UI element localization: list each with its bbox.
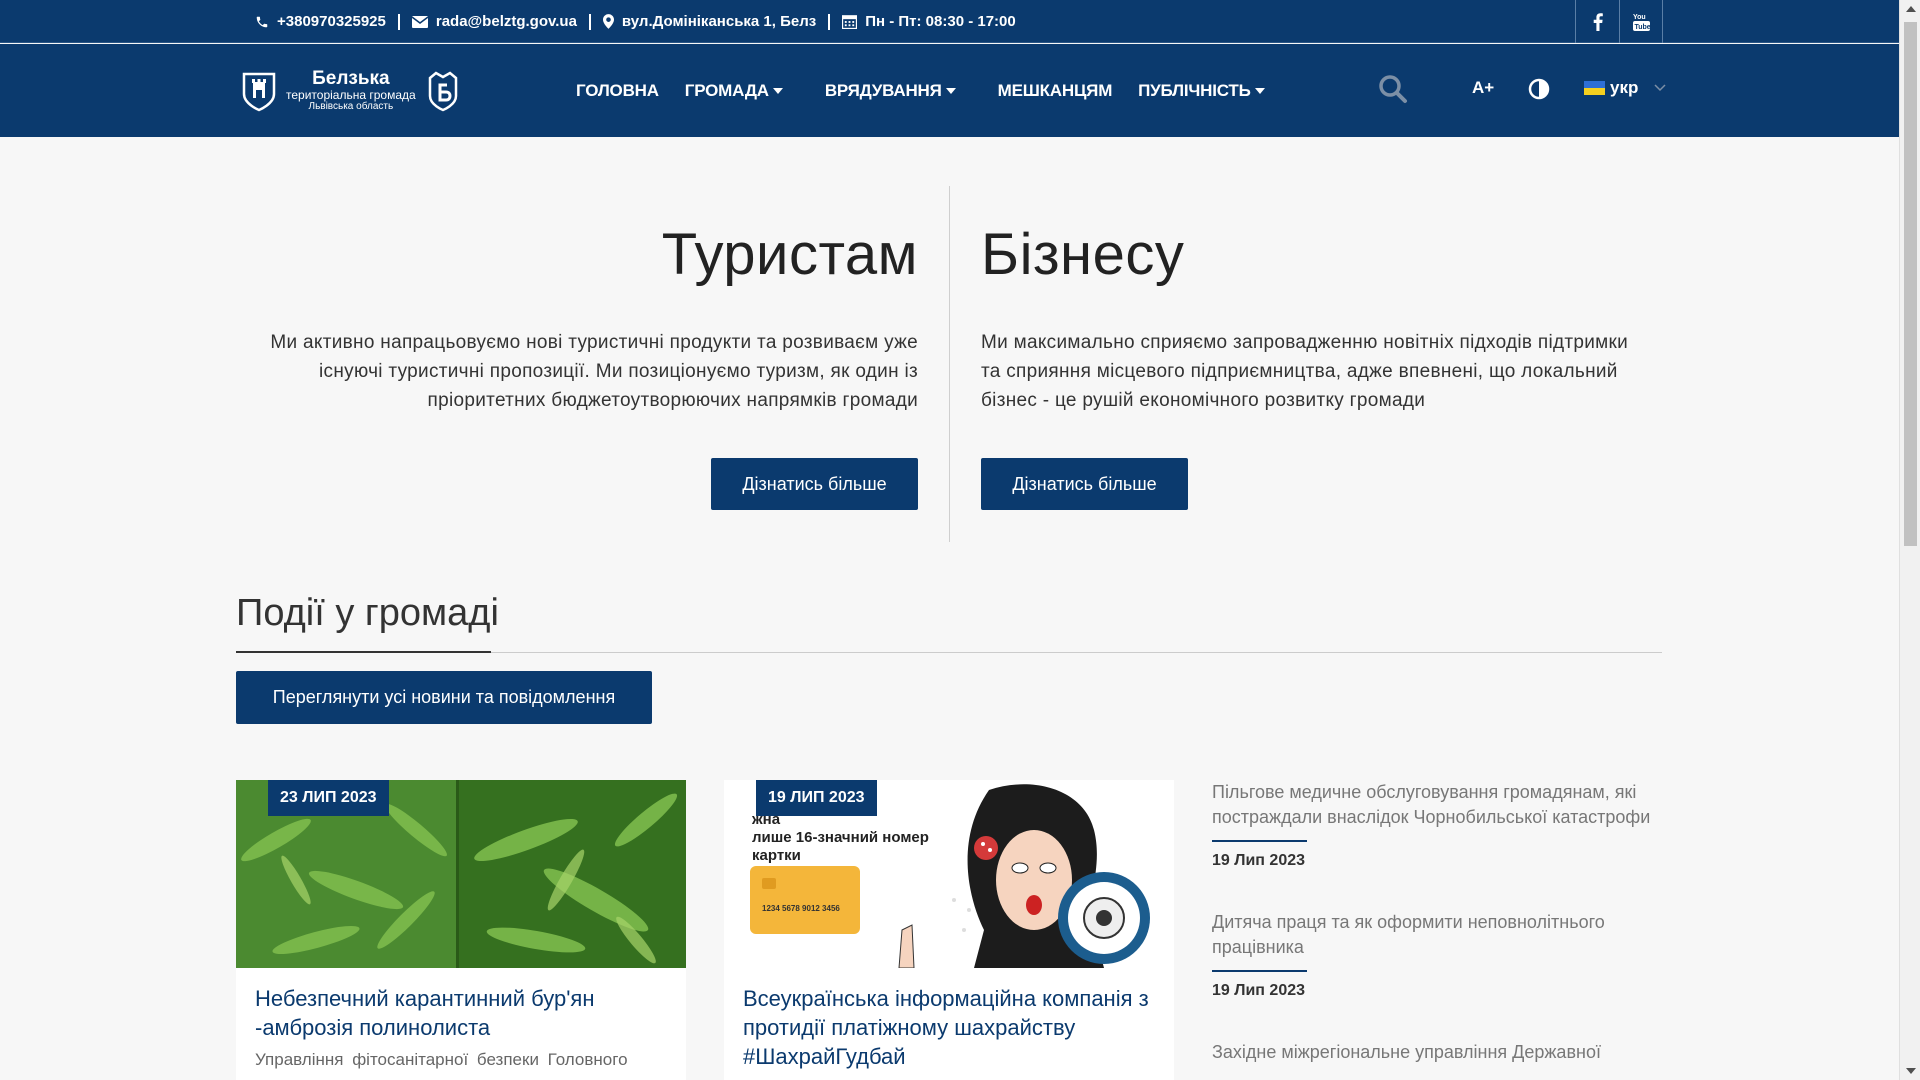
scrollbar-thumb[interactable] bbox=[1904, 22, 1917, 546]
section-underline bbox=[236, 651, 491, 653]
divider bbox=[588, 13, 591, 30]
side-news-title[interactable]: Західне міжрегіональне управління Держав… bbox=[1212, 1040, 1652, 1065]
caret-down-icon bbox=[1254, 87, 1265, 94]
nav-item-residents[interactable]: МЕШКАНЦЯМ bbox=[998, 81, 1113, 101]
logo-text: Белзька територіальна громада Львівська … bbox=[286, 69, 416, 112]
main-nav: ГОЛОВНА ГРОМАДА ВРЯДУВАННЯ МЕШКАНЦЯМ ПУБ… bbox=[576, 44, 1291, 137]
business-section: Бізнесу Ми максимально сприяємо запровад… bbox=[981, 220, 1629, 510]
top-bar: +380970325925 rada@belztg.gov.ua вул.Дом… bbox=[0, 0, 1899, 43]
language-label: укр bbox=[1610, 78, 1639, 97]
font-size-button[interactable]: A+ bbox=[1472, 78, 1494, 98]
date-badge: 23 ЛИП 2023 bbox=[268, 780, 389, 816]
card-number-text: 1234 5678 9012 3456 bbox=[762, 904, 840, 913]
hours-text: Пн - Пт: 08:30 - 17:00 bbox=[865, 13, 1016, 30]
ukraine-flag-icon bbox=[1584, 81, 1605, 95]
news-card-title[interactable]: Небезпечний карантинний бур'ян -амброзія… bbox=[236, 968, 686, 1042]
svg-text:Tube: Tube bbox=[1634, 24, 1650, 31]
all-news-button[interactable]: Переглянути усі новини та повідомлення bbox=[236, 671, 652, 724]
logo-line-1: Белзька bbox=[312, 68, 390, 90]
phone-contact[interactable]: +380970325925 bbox=[255, 13, 386, 30]
nav-item-community[interactable]: ГРОМАДА bbox=[685, 81, 783, 101]
business-title: Бізнесу bbox=[981, 222, 1185, 287]
envelope-icon bbox=[411, 15, 428, 28]
vertical-divider bbox=[949, 186, 950, 542]
phone-icon bbox=[256, 16, 268, 27]
events-title: Події у громаді bbox=[236, 592, 499, 634]
scroll-down-icon[interactable] bbox=[1906, 1068, 1916, 1074]
list-item[interactable]: Дитяча праця та як оформити неповнолітнь… bbox=[1212, 910, 1652, 1000]
tourists-section: Туристам Ми активно напрацьовуємо нові т… bbox=[270, 220, 918, 510]
business-learn-more-button[interactable]: Дізнатись більше bbox=[981, 458, 1188, 510]
facebook-link[interactable] bbox=[1575, 0, 1619, 43]
scroll-up-icon[interactable] bbox=[1906, 6, 1916, 12]
address-text: вул.Домініканська 1, Белз bbox=[621, 13, 817, 30]
email-contact[interactable]: rada@belztg.gov.ua bbox=[411, 13, 577, 30]
news-card[interactable]: 1234 5678 9012 3456 жна лише 16-значний … bbox=[724, 780, 1174, 1080]
image-text-line-3: картки bbox=[752, 847, 801, 864]
search-icon[interactable] bbox=[1378, 74, 1408, 104]
side-news-date: 19 Лип 2023 bbox=[1212, 982, 1306, 999]
facebook-icon bbox=[1593, 12, 1603, 31]
divider bbox=[397, 13, 400, 30]
youtube-link[interactable]: You Tube bbox=[1619, 0, 1663, 43]
city-crest-icon bbox=[242, 72, 276, 112]
side-news-title[interactable]: Дитяча праця та як оформити неповнолітнь… bbox=[1212, 910, 1652, 960]
news-card-title[interactable]: Всеукраїнська інформаційна компанія з пр… bbox=[724, 968, 1174, 1071]
nav-item-home[interactable]: ГОЛОВНА bbox=[576, 81, 659, 101]
site-logo[interactable]: Белзька територіальна громада Львівська … bbox=[242, 62, 492, 120]
side-news-divider bbox=[1212, 970, 1307, 972]
contact-list: +380970325925 rada@belztg.gov.ua вул.Дом… bbox=[255, 0, 1016, 43]
news-image[interactable]: 1234 5678 9012 3456 жна лише 16-значний … bbox=[724, 780, 1174, 968]
calendar-icon bbox=[842, 15, 858, 29]
side-news-title[interactable]: Пільгове медичне обслуговування громадян… bbox=[1212, 780, 1652, 830]
chevron-down-icon bbox=[1654, 84, 1666, 92]
community-emblem-icon bbox=[428, 71, 457, 112]
side-news-divider bbox=[1212, 840, 1307, 842]
caret-down-icon bbox=[945, 87, 956, 94]
youtube-icon: You Tube bbox=[1632, 14, 1650, 31]
nav-item-publicity[interactable]: ПУБЛІЧНІСТЬ bbox=[1138, 81, 1265, 101]
news-image[interactable]: 23 ЛИП 2023 bbox=[236, 780, 686, 968]
tourists-text: Ми активно напрацьовуємо нові туристичні… bbox=[270, 332, 918, 411]
nav-item-governance[interactable]: ВРЯДУВАННЯ bbox=[825, 81, 956, 101]
language-selector[interactable]: укр bbox=[1584, 78, 1666, 98]
main-header: Белзька територіальна громада Львівська … bbox=[0, 44, 1899, 137]
logo-line-3: Львівська область bbox=[308, 101, 394, 113]
news-card[interactable]: 23 ЛИП 2023 Небезпечний карантинний бур'… bbox=[236, 780, 686, 1080]
side-news-date: 19 Лип 2023 bbox=[1212, 852, 1306, 869]
contrast-icon[interactable] bbox=[1528, 78, 1550, 100]
image-text-line-2: лише 16-значний номер bbox=[752, 829, 929, 846]
email-text: rada@belztg.gov.ua bbox=[435, 13, 577, 30]
tourists-title: Туристам bbox=[661, 222, 918, 287]
divider bbox=[828, 13, 831, 30]
svg-text:You: You bbox=[1633, 14, 1646, 21]
hours-contact: Пн - Пт: 08:30 - 17:00 bbox=[842, 13, 1016, 30]
business-text: Ми максимально сприяємо запровадженню но… bbox=[981, 332, 1629, 411]
caret-down-icon bbox=[772, 87, 783, 94]
tourists-learn-more-button[interactable]: Дізнатись більше bbox=[711, 458, 918, 510]
date-badge: 19 ЛИП 2023 bbox=[756, 780, 877, 816]
list-item[interactable]: Західне міжрегіональне управління Держав… bbox=[1212, 1040, 1652, 1065]
address-contact: вул.Домініканська 1, Белз bbox=[602, 13, 817, 30]
list-item[interactable]: Пільгове медичне обслуговування громадян… bbox=[1212, 780, 1652, 870]
page-scrollbar[interactable] bbox=[1899, 0, 1920, 1080]
map-pin-icon bbox=[602, 14, 614, 29]
side-news-list: Пільгове медичне обслуговування громадян… bbox=[1212, 780, 1652, 1077]
news-card-excerpt: Управління фітосанітарної безпеки Головн… bbox=[255, 1050, 628, 1069]
phone-text: +380970325925 bbox=[277, 13, 386, 30]
